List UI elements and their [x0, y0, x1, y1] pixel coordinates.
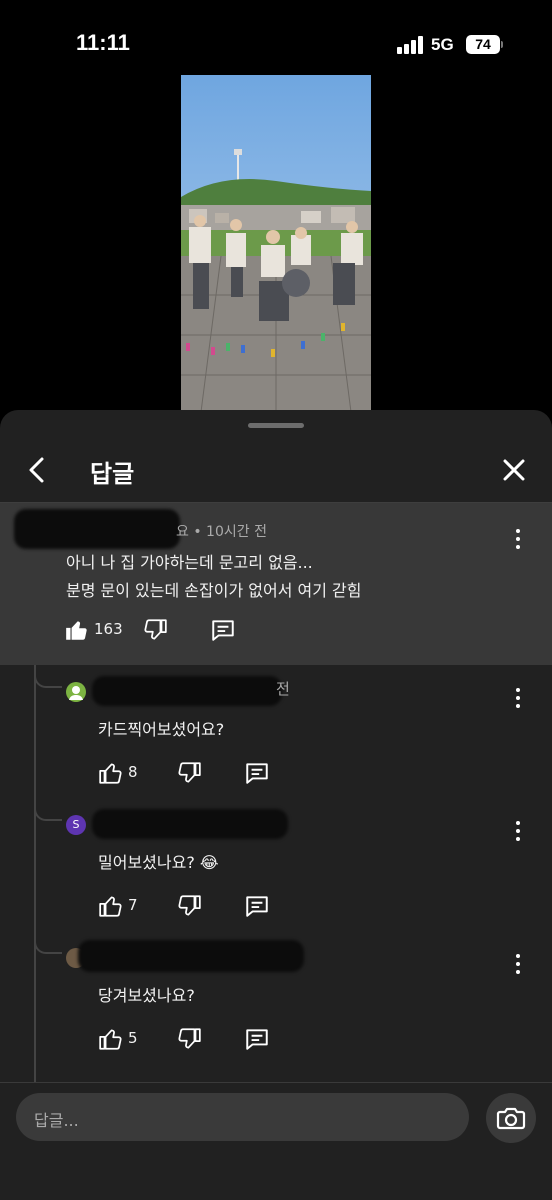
more-vert-icon[interactable]	[514, 819, 522, 843]
like-count: 8	[128, 763, 138, 781]
reply-item: 당겨보셨나요? 5	[0, 938, 552, 1071]
replies-sheet: 답글 요 • 10시간 전 아니 나 집 가야하는데 문고리 없음... 분명 …	[0, 410, 552, 1200]
comment-icon[interactable]	[244, 1026, 270, 1052]
like-count: 7	[128, 896, 138, 914]
like-count: 163	[94, 620, 123, 638]
reply-input-placeholder: 답글...	[34, 1111, 79, 1130]
thread-branch	[34, 672, 62, 688]
thumb-up-icon[interactable]	[64, 617, 90, 643]
thumb-down-icon[interactable]	[176, 760, 202, 786]
thumb-up-icon[interactable]	[98, 760, 124, 786]
comment-actions: 163	[64, 617, 264, 645]
thumb-down-icon[interactable]	[142, 617, 168, 643]
thread-branch	[34, 938, 62, 954]
comment-icon[interactable]	[244, 893, 270, 919]
comment-meta: 요 • 10시간 전	[176, 524, 267, 540]
battery-level: 74	[475, 36, 491, 52]
status-time: 11:11	[76, 30, 130, 55]
thumb-up-icon[interactable]	[98, 1026, 124, 1052]
reply-actions: 7	[98, 893, 298, 921]
like-count: 5	[128, 1029, 138, 1047]
reply-input[interactable]: 답글...	[16, 1093, 469, 1141]
redacted-author	[14, 509, 180, 549]
reply-text: 당겨보셨나요?	[98, 986, 195, 1005]
reply-actions: 5	[98, 1026, 298, 1054]
battery-tip	[501, 41, 503, 48]
more-vert-icon[interactable]	[514, 686, 522, 710]
camera-icon[interactable]	[486, 1093, 536, 1143]
reply-actions: 8	[98, 760, 298, 788]
avatar[interactable]	[66, 682, 86, 702]
thumb-up-icon[interactable]	[98, 893, 124, 919]
thumb-down-icon[interactable]	[176, 1026, 202, 1052]
video-player[interactable]	[181, 75, 371, 412]
comment-icon[interactable]	[210, 617, 236, 643]
battery-icon: 74	[466, 35, 500, 54]
more-vert-icon[interactable]	[514, 527, 522, 551]
reply-text: 카드찍어보셨어요?	[98, 720, 225, 739]
more-vert-icon[interactable]	[514, 952, 522, 976]
reply-item: S 밀어보셨나요? 😂 7	[0, 805, 552, 938]
close-icon[interactable]	[498, 454, 530, 486]
avatar[interactable]: S	[66, 815, 86, 835]
reply-item: 전 카드찍어보셨어요? 8	[0, 672, 552, 805]
back-arrow-icon[interactable]	[22, 454, 54, 486]
reply-author-tail: 전	[276, 680, 290, 698]
comment-icon[interactable]	[244, 760, 270, 786]
drag-handle[interactable]	[248, 423, 304, 428]
thumb-down-icon[interactable]	[176, 893, 202, 919]
thread-branch	[34, 805, 62, 821]
comment-text-line-1: 아니 나 집 가야하는데 문고리 없음...	[66, 553, 313, 572]
redacted-author	[78, 940, 304, 972]
reply-text: 밀어보셨나요? 😂	[98, 853, 219, 872]
signal-icon	[397, 36, 425, 54]
page-title: 답글	[90, 460, 135, 488]
network-type: 5G	[431, 35, 454, 54]
redacted-author	[92, 809, 288, 839]
reply-composer: 답글...	[0, 1082, 552, 1200]
comment-text-line-2: 분명 문이 있는데 손잡이가 없어서 여기 갇힘	[66, 581, 362, 600]
redacted-author	[92, 676, 282, 706]
parent-comment: 요 • 10시간 전 아니 나 집 가야하는데 문고리 없음... 분명 문이 …	[0, 503, 552, 665]
